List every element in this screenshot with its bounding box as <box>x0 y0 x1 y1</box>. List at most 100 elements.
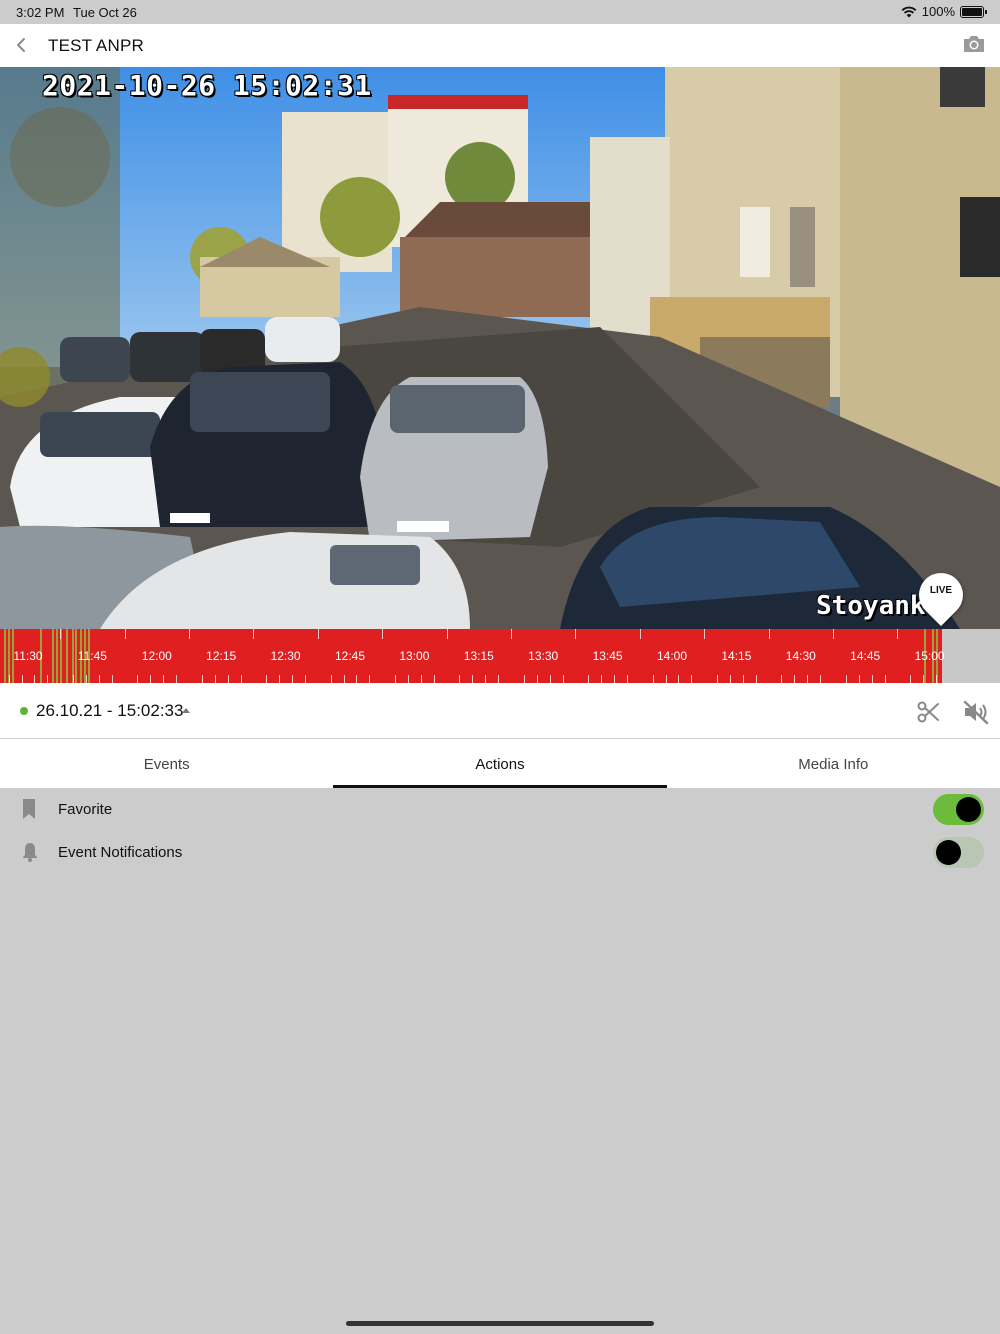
camera-icon <box>964 36 984 52</box>
timeline-tick <box>665 675 667 683</box>
timeline-tick <box>897 629 899 639</box>
timeline-tick <box>150 675 152 683</box>
status-dot <box>20 707 28 715</box>
action-row-event-notifications: Event Notifications <box>0 831 1000 874</box>
timeline-tick <box>292 675 294 683</box>
camera-frame <box>0 67 1000 629</box>
playback-datetime[interactable]: 26.10.21 - 15:02:33 <box>36 701 183 721</box>
status-bar: 3:02 PM Tue Oct 26 100% <box>0 0 1000 24</box>
tab-media-info[interactable]: Media Info <box>667 739 1000 788</box>
favorite-toggle[interactable] <box>933 794 984 825</box>
mute-button[interactable] <box>962 699 990 725</box>
recording-timeline[interactable]: 11:30 11:45 12:00 12:15 12:30 12:45 13:00 13:15… <box>0 629 1000 683</box>
playback-info-bar: 26.10.21 - 15:02:33 <box>0 683 1000 739</box>
back-button[interactable] <box>8 32 34 58</box>
timeline-tick <box>47 675 49 683</box>
event-marker <box>4 629 6 683</box>
timeline-tick <box>614 675 616 683</box>
navigation-bar: TEST ANPR <box>0 24 1000 67</box>
timeline-label: 14:15 <box>721 649 752 663</box>
timeline-label: 13:30 <box>528 649 559 663</box>
status-time: 3:02 PM <box>16 5 65 20</box>
video-player[interactable]: 2021-10-26 15:02:31 Stoyank LIVE <box>0 67 1000 629</box>
timeline-tick <box>137 675 139 683</box>
timeline-tick <box>330 675 332 683</box>
timeline-tick <box>227 675 229 683</box>
timeline-label: 13:45 <box>592 649 623 663</box>
battery-icon <box>960 5 987 18</box>
datetime-picker-caret-icon[interactable] <box>182 708 190 713</box>
snapshot-button[interactable] <box>962 34 986 56</box>
timeline-tick <box>884 675 886 683</box>
home-indicator[interactable] <box>346 1321 654 1326</box>
timeline-tick <box>21 675 23 683</box>
timeline-tick <box>317 629 319 639</box>
timeline-tick <box>639 629 641 639</box>
timeline-tick <box>833 629 834 639</box>
timeline-tick <box>691 675 693 683</box>
event-notifications-toggle[interactable] <box>933 837 984 868</box>
speaker-mute-icon <box>963 700 989 725</box>
timeline-tick <box>73 675 75 683</box>
status-date: Tue Oct 26 <box>73 5 137 20</box>
timeline-tick <box>781 675 783 683</box>
timeline-tick <box>253 629 255 639</box>
timeline-tick <box>8 675 10 683</box>
favorite-label: Favorite <box>58 801 113 818</box>
timeline-label: 12:45 <box>334 649 366 663</box>
tab-actions[interactable]: Actions <box>333 739 667 788</box>
timeline-tick <box>845 675 847 683</box>
timeline-tick <box>163 675 165 683</box>
status-indicators: 100% <box>901 4 987 19</box>
timeline-tick <box>575 629 577 639</box>
timeline-tick <box>652 675 654 683</box>
timeline-tick <box>279 675 281 683</box>
timeline-tick <box>382 629 384 639</box>
timeline-tick <box>201 675 203 683</box>
timeline-tick <box>626 675 628 683</box>
osd-camera-name: Stoyank <box>816 591 926 621</box>
tab-events[interactable]: Events <box>0 739 333 788</box>
timeline-tick <box>549 675 551 683</box>
event-marker <box>66 629 68 683</box>
timeline-label: 12:00 <box>141 649 172 663</box>
timeline-tick <box>266 675 268 683</box>
timeline-tick <box>678 675 680 683</box>
timeline-tick <box>511 629 512 639</box>
timeline-tick <box>858 675 860 683</box>
timeline-tick <box>214 675 216 683</box>
event-marker <box>56 629 58 683</box>
timeline-tick <box>562 675 564 683</box>
timeline-tick <box>189 629 190 639</box>
bell-icon <box>23 843 37 862</box>
page-title: TEST ANPR <box>48 36 144 55</box>
wifi-icon <box>901 6 917 17</box>
timeline-tick <box>601 675 603 683</box>
timeline-tick <box>498 675 500 683</box>
timeline-label: 14:00 <box>656 649 688 663</box>
timeline-label: 11:30 <box>13 649 43 663</box>
timeline-tick <box>459 675 461 683</box>
live-label[interactable]: LIVE <box>919 585 963 596</box>
timeline-tick <box>369 675 371 683</box>
timeline-tick <box>704 629 706 639</box>
timeline-label: 13:00 <box>399 649 430 663</box>
timeline-tick <box>485 675 487 683</box>
timeline-tick <box>588 675 590 683</box>
timeline-tick <box>523 675 525 683</box>
timeline-tick <box>936 675 938 683</box>
timeline-tick <box>60 629 62 639</box>
timeline-tick <box>240 675 242 683</box>
timeline-tick <box>98 675 100 683</box>
timeline-tick <box>34 675 36 683</box>
clip-button[interactable] <box>916 699 942 725</box>
timeline-future-area <box>942 629 1000 683</box>
timeline-tick <box>923 675 925 683</box>
timeline-tick <box>820 675 822 683</box>
timeline-tick <box>176 675 178 683</box>
timeline-tick <box>807 675 809 683</box>
bookmark-icon <box>23 799 35 819</box>
timeline-tick <box>717 675 719 683</box>
action-row-favorite: Favorite <box>0 788 1000 831</box>
timeline-tick <box>446 629 448 639</box>
